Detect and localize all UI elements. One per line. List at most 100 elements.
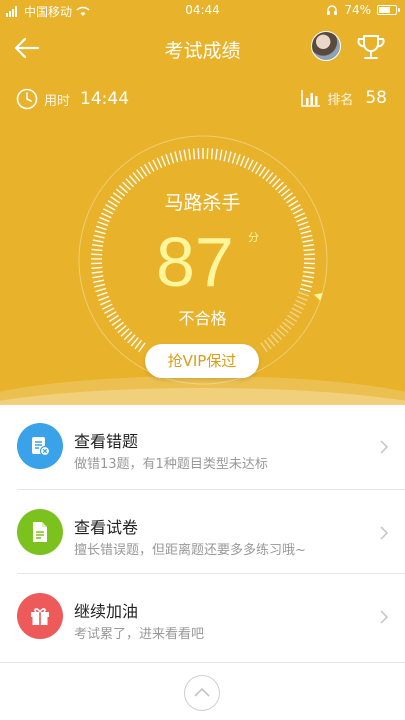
dial-tick [98,295,110,302]
dial-tick [110,196,121,204]
wrong-questions-icon [32,437,51,457]
dial-tick [265,172,274,182]
nav-bar: 考试成绩 [0,22,405,74]
dial-tick [255,164,262,175]
dial-tick [156,157,163,169]
vip-guarantee-button[interactable]: 抢VIP保过 [145,344,259,378]
time-label: 用时 [44,93,71,109]
dial-tick [260,342,268,353]
dial-tick [95,225,107,231]
dial-tick [192,148,196,160]
time-value: 14:44 [80,89,130,109]
gift-badge [17,593,63,639]
dial-tick [219,149,223,161]
dial-tick [94,283,106,288]
exam-stats: 用时 14:44 排名 58 [0,86,405,116]
page-title: 考试成绩 [164,40,241,62]
dial-tick [144,164,151,175]
battery-level [379,7,391,13]
avatar[interactable] [311,31,341,61]
dial-tick [282,321,292,330]
rank-label: 排名 [327,92,354,108]
list-item-subtitle: 考试累了，进来看看吧 [74,627,205,642]
dial-tick [152,159,159,170]
dial-tick [134,339,143,350]
dial-tick [243,157,250,169]
dial-tick [227,151,232,163]
status-bar: 中国移动 04:44 74% [0,0,405,22]
dial-tick [283,192,294,201]
dial-tick [302,239,314,243]
dial-tick [104,307,115,314]
dial-tick [91,253,103,256]
dial-tick [284,318,295,326]
dial-tick [251,161,258,173]
dial-tick [262,169,270,179]
dial-tick [296,216,307,223]
trophy-icon[interactable] [355,31,387,63]
dial-tick [188,148,191,160]
dial-tick [169,152,175,164]
dial-tick [293,303,304,310]
list-item-keep-going[interactable]: 继续加油 考试累了，进来看看吧 [0,575,405,659]
dial-tick [140,166,148,177]
dial-tick [105,204,116,211]
dial-tick [298,291,310,297]
dial-tick [107,200,118,208]
list-item-title: 查看错题 [74,432,139,451]
list-item-title: 查看试卷 [74,518,139,537]
exam-paper-icon [33,522,47,542]
dial-tick [302,275,314,279]
dial-tick [287,314,298,322]
score-pointer [313,293,323,301]
dial-tick [183,149,187,161]
dial-tick [92,275,104,279]
dial-tick [103,208,114,215]
dial-tick [292,208,303,215]
dial-tick [100,212,112,219]
dial-tick [136,169,144,179]
list-item-exam-paper[interactable]: 查看试卷 擅长错误题，但距离题还要多多练习哦~ [0,491,405,575]
dial-tick [95,287,107,293]
collapse-button[interactable] [184,675,220,711]
bar-chart-icon [301,90,321,107]
dial-tick [148,161,155,173]
dial-tick [302,244,315,247]
divider [0,662,405,663]
dial-tick [303,248,315,252]
dial-tick [301,279,313,284]
dial-tick [290,204,301,211]
dial-tick [301,234,313,239]
dial-tick [300,230,312,235]
chevron-right-icon [380,526,389,540]
dial-tick [94,230,106,235]
dial-tick [288,200,299,208]
gift-icon [31,608,49,625]
dial-tick [178,150,183,162]
dial-tick [91,266,103,269]
ranking: 排名 58 [301,88,387,108]
divider [17,573,405,574]
dial-tick [235,154,241,165]
dial-tick [92,239,104,243]
chevron-up-icon [194,687,210,697]
dial-tick [258,166,266,177]
chevron-right-icon [380,440,389,454]
dial-tick [263,339,272,350]
dial-tick [97,221,109,227]
list-item-wrong-questions[interactable]: 查看错题 做错13题，有1种题目类型未达标 [0,405,405,489]
dial-tick [299,225,311,231]
rank-value: 58 [365,88,387,108]
dial-tick [108,314,119,322]
dial-tick [138,342,146,353]
list-item-title: 继续加油 [74,602,139,621]
headset-icon [327,5,338,15]
dial-tick [106,311,117,319]
dial-tick [303,271,315,274]
dial-tick [100,299,111,306]
dial-tick [111,318,122,326]
dial-tick [102,303,113,310]
dial-tick [299,287,311,293]
dial-tick [223,150,228,162]
dial-tick [300,283,312,288]
